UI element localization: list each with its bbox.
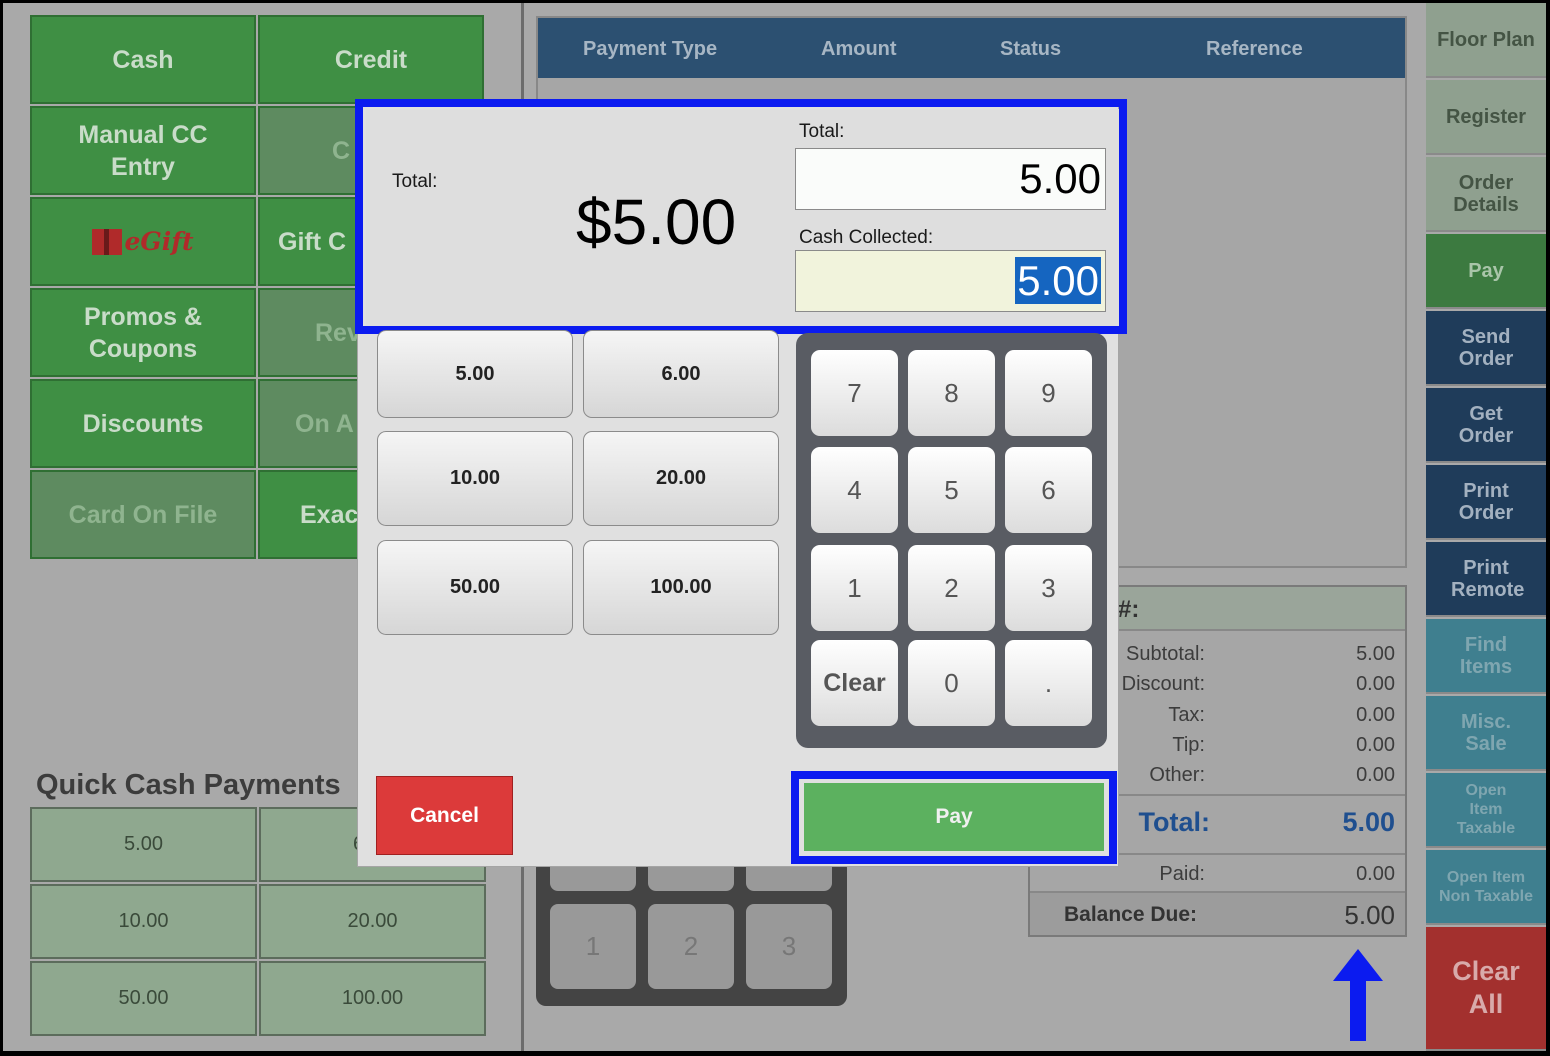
cash-button[interactable]: Cash [30, 15, 256, 104]
quick-cash-5[interactable]: 5.00 [30, 807, 257, 882]
keypad-key-3[interactable]: 3 [746, 904, 832, 989]
quick-cash-50[interactable]: 50.00 [30, 961, 257, 1036]
total-field-label: Total: [799, 121, 845, 142]
key-6[interactable]: 6 [1005, 447, 1092, 533]
gift-icon [92, 228, 123, 255]
header-status: Status [1000, 38, 1062, 60]
egift-logo: eGift [92, 226, 194, 258]
key-7[interactable]: 7 [811, 350, 898, 436]
key-4[interactable]: 4 [811, 447, 898, 533]
key-9[interactable]: 9 [1005, 350, 1092, 436]
find-items-button[interactable]: Find Items [1426, 619, 1546, 694]
quick-amount-100[interactable]: 100.00 [583, 540, 779, 635]
total-label: Total: [392, 171, 438, 192]
register-button[interactable]: Register [1426, 80, 1546, 155]
quick-amount-20[interactable]: 20.00 [583, 431, 779, 526]
background-keypad: 1 2 3 [536, 853, 847, 1006]
get-order-button[interactable]: Get Order [1426, 388, 1546, 463]
key-clear[interactable]: Clear [811, 640, 898, 726]
pay-button[interactable]: Pay [804, 783, 1104, 851]
cash-collected-input[interactable]: 5.00 [795, 250, 1106, 312]
quick-amount-5[interactable]: 5.00 [377, 330, 573, 418]
pos-screen: Cash Credit Manual CC Entry C eGift Gift… [3, 3, 1546, 1051]
promos-coupons-button[interactable]: Promos & Coupons [30, 288, 256, 377]
credit-button[interactable]: Credit [258, 15, 484, 104]
numeric-keypad: 7 8 9 4 5 6 1 2 3 Clear 0 . [796, 333, 1107, 748]
total-field[interactable]: 5.00 [795, 148, 1106, 210]
payments-table-header: Payment Type Amount Status Reference [538, 18, 1405, 78]
key-2[interactable]: 2 [908, 545, 995, 631]
cancel-button[interactable]: Cancel [376, 776, 513, 855]
quick-amount-10[interactable]: 10.00 [377, 431, 573, 526]
balance-due-row: Balance Due: 5.00 [1030, 891, 1405, 935]
right-nav: Floor Plan Register Order Details Pay Se… [1426, 3, 1546, 1051]
up-arrow-icon [1333, 949, 1383, 1041]
key-8[interactable]: 8 [908, 350, 995, 436]
key-3[interactable]: 3 [1005, 545, 1092, 631]
clear-all-button[interactable]: Clear All [1426, 927, 1546, 1051]
header-amount: Amount [821, 38, 897, 60]
discounts-button[interactable]: Discounts [30, 379, 256, 468]
header-reference: Reference [1206, 38, 1303, 60]
quick-amount-6[interactable]: 6.00 [583, 330, 779, 418]
key-1[interactable]: 1 [811, 545, 898, 631]
key-5[interactable]: 5 [908, 447, 995, 533]
key-0[interactable]: 0 [908, 640, 995, 726]
open-item-taxable-button[interactable]: Open Item Taxable [1426, 773, 1546, 848]
pay-nav-button[interactable]: Pay [1426, 234, 1546, 309]
send-order-button[interactable]: Send Order [1426, 311, 1546, 386]
quick-cash-10[interactable]: 10.00 [30, 884, 257, 959]
open-item-non-taxable-button[interactable]: Open Item Non Taxable [1426, 850, 1546, 925]
key-decimal[interactable]: . [1005, 640, 1092, 726]
order-details-button[interactable]: Order Details [1426, 157, 1546, 232]
print-remote-button[interactable]: Print Remote [1426, 542, 1546, 617]
egift-button[interactable]: eGift [30, 197, 256, 286]
card-on-file-button[interactable]: Card On File [30, 470, 256, 559]
header-payment-type: Payment Type [583, 38, 718, 60]
quick-cash-100[interactable]: 100.00 [259, 961, 486, 1036]
misc-sale-button[interactable]: Misc. Sale [1426, 696, 1546, 771]
total-amount: $5.00 [576, 186, 737, 258]
keypad-key-1[interactable]: 1 [550, 904, 636, 989]
quick-cash-title: Quick Cash Payments [36, 769, 341, 801]
quick-cash-20[interactable]: 20.00 [259, 884, 486, 959]
cash-collected-label: Cash Collected: [799, 227, 934, 248]
manual-cc-entry-button[interactable]: Manual CC Entry [30, 106, 256, 195]
keypad-key-2[interactable]: 2 [648, 904, 734, 989]
quick-amount-50[interactable]: 50.00 [377, 540, 573, 635]
floor-plan-button[interactable]: Floor Plan [1426, 3, 1546, 78]
print-order-button[interactable]: Print Order [1426, 465, 1546, 540]
